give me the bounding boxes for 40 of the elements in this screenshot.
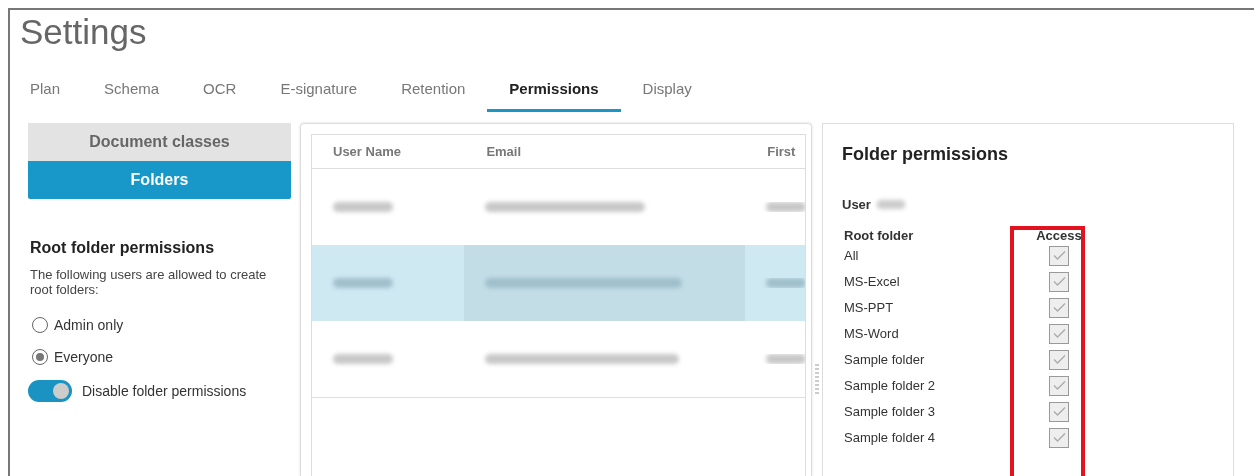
page-title: Settings [20, 11, 147, 53]
folder-name: Sample folder 2 [844, 378, 936, 393]
folder-name: MS-Word [844, 326, 899, 341]
section-heading: Root folder permissions [30, 239, 216, 257]
section-tab[interactable]: Folders [28, 161, 291, 199]
tab[interactable]: Display [620, 68, 714, 112]
toggle-label: Disable folder permissions [82, 383, 247, 399]
blurred-text [333, 354, 393, 364]
blurred-text [766, 354, 805, 364]
tab[interactable]: OCR [181, 68, 259, 112]
column-header[interactable]: User Name [333, 142, 465, 161]
folder-name: MS-Excel [844, 274, 900, 289]
tab[interactable]: Permissions [487, 68, 621, 112]
folder-name: Sample folder [844, 352, 925, 367]
section-tab[interactable]: Document classes [28, 123, 291, 161]
radio-option[interactable]: Everyone [32, 349, 114, 365]
panel-title: Folder permissions [842, 144, 1010, 165]
description-text: The following users are allowed to create root folders: [30, 267, 268, 297]
folder-name: Sample folder 4 [844, 430, 936, 445]
column-header: Root folder [844, 228, 915, 245]
resize-handle[interactable] [815, 364, 819, 394]
radio-option[interactable]: Admin only [32, 317, 124, 333]
blurred-text [333, 278, 393, 288]
tab[interactable]: Retention [379, 68, 488, 112]
tab[interactable]: E-signature [258, 68, 380, 112]
folder-name: All [844, 248, 859, 263]
toggle-switch[interactable] [28, 380, 72, 402]
table-row[interactable] [312, 245, 805, 321]
folder-name: MS-PPT [844, 300, 894, 315]
column-header: Access [1036, 228, 1082, 243]
tab[interactable]: Schema [82, 68, 182, 112]
user-label: User [842, 197, 871, 212]
column-header[interactable]: First [767, 142, 805, 161]
folder-name: Sample folder 3 [844, 404, 936, 419]
tab[interactable]: Plan [20, 68, 83, 112]
blurred-text [766, 278, 805, 288]
blurred-text [876, 200, 905, 209]
blurred-text [766, 202, 805, 212]
column-header[interactable]: Email [486, 142, 746, 161]
blurred-text [333, 202, 393, 212]
